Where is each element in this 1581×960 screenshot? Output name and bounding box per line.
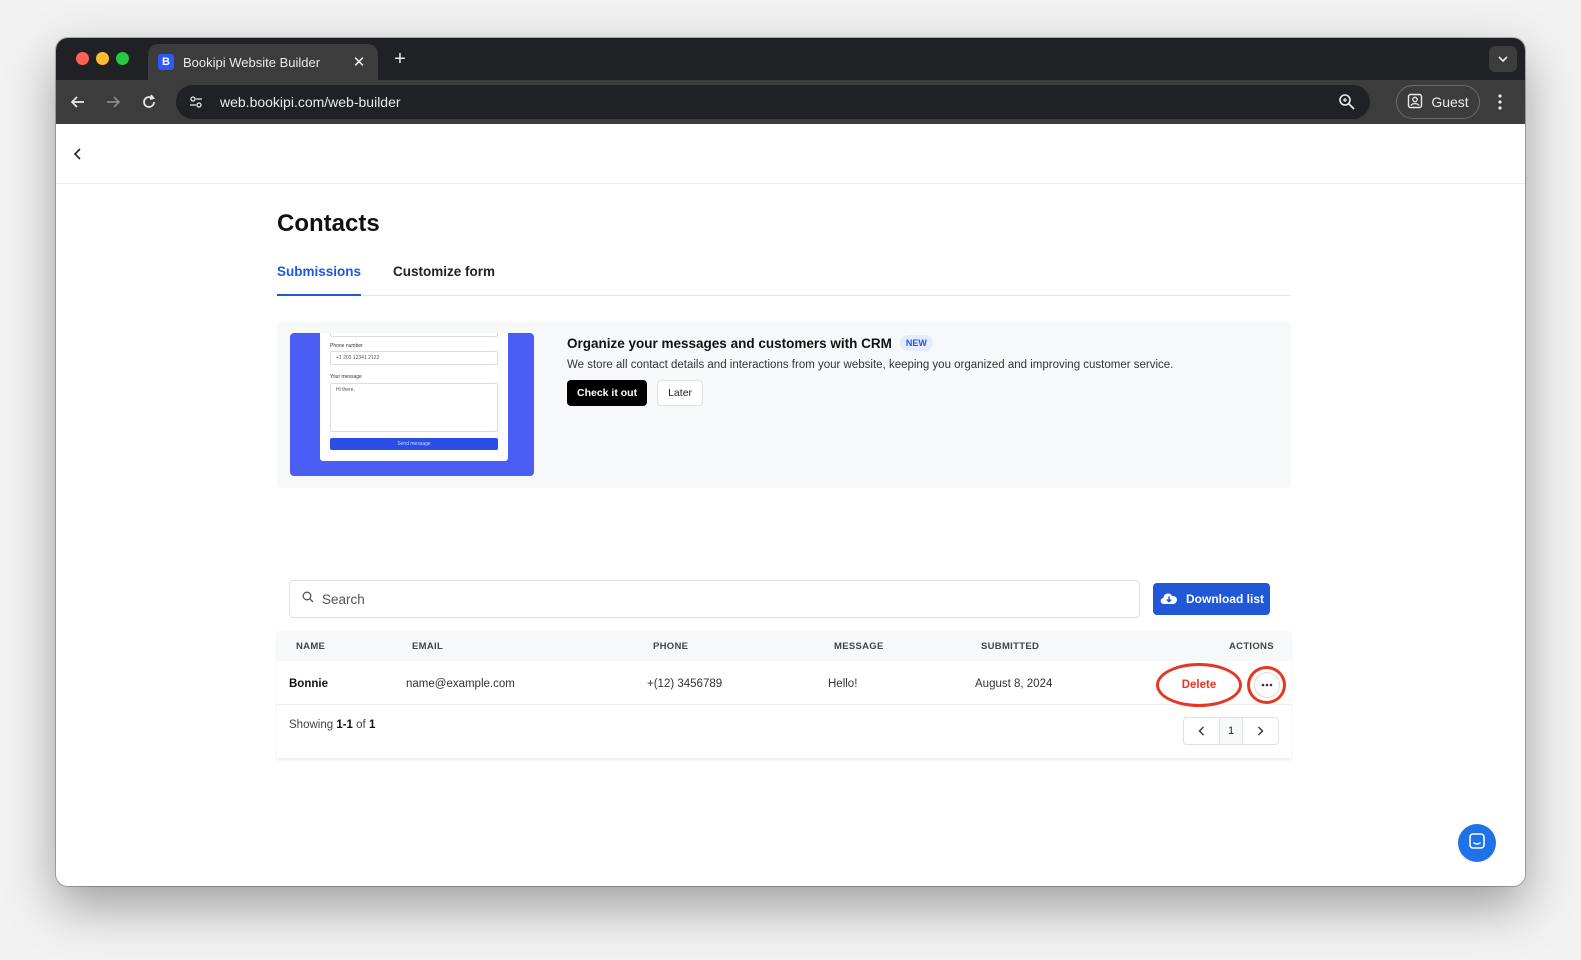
mock-phone-label: Phone number (330, 343, 363, 349)
forward-arrow-icon[interactable] (101, 90, 125, 114)
page-title: Contacts (277, 210, 380, 237)
banner-actions: Check it out Later (567, 380, 1173, 406)
address-bar[interactable]: web.bookipi.com/web-builder (176, 85, 1370, 119)
tab-search-chevron-icon[interactable] (1489, 46, 1517, 72)
column-header-phone: PHONE (653, 641, 689, 652)
tab-title: Bookipi Website Builder (183, 54, 321, 70)
banner-title: Organize your messages and customers wit… (567, 335, 1173, 351)
chat-support-button[interactable] (1458, 824, 1496, 862)
later-button[interactable]: Later (657, 380, 704, 406)
showing-range: 1-1 (336, 719, 353, 731)
app-top-bar (56, 124, 1525, 184)
reload-icon[interactable] (137, 90, 161, 114)
page-tabs: Submissions Customize form (277, 248, 1291, 296)
site-settings-icon[interactable] (186, 92, 206, 112)
guest-label: Guest (1431, 94, 1469, 110)
tab-submissions[interactable]: Submissions (277, 264, 362, 296)
mock-message-label: Your message (330, 374, 362, 380)
next-page-chevron-icon[interactable] (1243, 718, 1278, 744)
search-field[interactable] (289, 580, 1140, 618)
profile-icon (1407, 93, 1423, 112)
close-tab-icon[interactable]: ✕ (350, 53, 368, 71)
guest-profile-button[interactable]: Guest (1396, 85, 1480, 119)
more-actions-button[interactable] (1247, 666, 1286, 704)
browser-menu-kebab-icon[interactable] (1488, 90, 1512, 114)
column-header-actions: ACTIONS (1229, 641, 1274, 652)
chat-icon (1468, 832, 1486, 855)
showing-prefix: Showing (289, 719, 334, 731)
cloud-download-icon (1159, 591, 1179, 608)
minimize-window-button[interactable] (96, 52, 109, 65)
column-header-message: MESSAGE (834, 641, 884, 652)
tab-customize-form[interactable]: Customize form (393, 264, 495, 296)
mock-send-button: Send message (330, 438, 498, 450)
download-list-label: Download list (1186, 592, 1264, 606)
cell-email: name@example.com (406, 678, 515, 690)
submissions-table: NAME EMAIL PHONE MESSAGE SUBMITTED ACTIO… (277, 631, 1291, 758)
mock-phone-input: +1 203 12341 2122 (330, 351, 498, 365)
page-content: Contacts Submissions Customize form Phon… (56, 124, 1525, 886)
bookipi-favicon-icon: B (158, 54, 174, 70)
mock-message-input: Hi there, (330, 383, 498, 432)
delete-button[interactable]: Delete (1156, 663, 1242, 707)
table-row[interactable]: Bonnie name@example.com +(12) 3456789 He… (277, 661, 1291, 707)
zoom-magnifier-icon[interactable] (1338, 93, 1356, 116)
back-chevron-icon[interactable] (68, 144, 88, 164)
showing-total: 1 (368, 719, 376, 731)
cell-phone: +(12) 3456789 (647, 678, 723, 690)
search-icon (302, 590, 314, 608)
showing-count: Showing 1-1 of 1 (289, 719, 375, 731)
tab-strip: B Bookipi Website Builder ✕ + (56, 38, 1525, 80)
contact-form-preview-image: Phone number +1 203 12341 2122 Your mess… (290, 333, 534, 476)
mock-top-input (330, 333, 498, 337)
maximize-window-button[interactable] (116, 52, 129, 65)
browser-tab[interactable]: B Bookipi Website Builder ✕ (148, 44, 378, 80)
banner-text: Organize your messages and customers wit… (567, 335, 1173, 406)
close-window-button[interactable] (76, 52, 89, 65)
search-input[interactable] (322, 591, 1022, 607)
download-list-button[interactable]: Download list (1153, 583, 1270, 615)
cell-message: Hello! (828, 678, 858, 690)
crm-promo-banner: Phone number +1 203 12341 2122 Your mess… (277, 322, 1291, 488)
url-text: web.bookipi.com/web-builder (220, 94, 401, 110)
previous-page-chevron-icon[interactable] (1184, 718, 1219, 744)
check-it-out-button[interactable]: Check it out (567, 380, 648, 406)
showing-of: of (356, 719, 366, 731)
cell-submitted: August 8, 2024 (975, 678, 1053, 690)
new-tab-plus-icon[interactable]: + (388, 47, 412, 71)
column-header-name: NAME (296, 641, 326, 652)
column-header-email: EMAIL (412, 641, 444, 652)
column-header-submitted: SUBMITTED (981, 641, 1040, 652)
cell-name: Bonnie (289, 678, 328, 690)
table-footer: Showing 1-1 of 1 1 (277, 705, 1291, 758)
pagination: 1 (1183, 717, 1279, 745)
banner-description: We store all contact details and interac… (567, 359, 1174, 371)
table-header: NAME EMAIL PHONE MESSAGE SUBMITTED ACTIO… (277, 631, 1291, 661)
mock-contact-form: Phone number +1 203 12341 2122 Your mess… (320, 333, 508, 461)
back-arrow-icon[interactable] (66, 90, 90, 114)
browser-window: B Bookipi Website Builder ✕ + web.bookip… (56, 38, 1525, 886)
page-number-button[interactable]: 1 (1219, 718, 1243, 744)
new-badge: NEW (899, 335, 933, 351)
banner-title-text: Organize your messages and customers wit… (567, 335, 892, 351)
more-horizontal-icon (1253, 672, 1280, 698)
browser-toolbar: web.bookipi.com/web-builder Guest (56, 80, 1525, 124)
